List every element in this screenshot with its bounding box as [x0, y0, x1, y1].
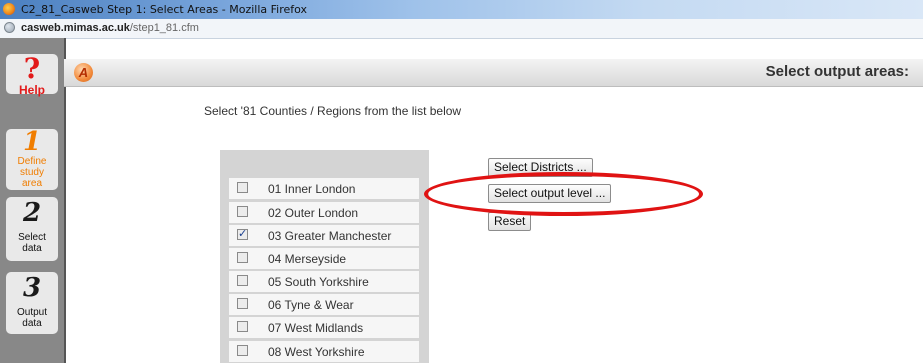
list-item[interactable]: 02 Outer London [229, 202, 419, 223]
window-titlebar: C2_81_Casweb Step 1: Select Areas - Mozi… [0, 0, 923, 19]
area-checkbox[interactable] [237, 345, 248, 356]
area-label: 01 Inner London [268, 182, 356, 196]
area-label: 08 West Yorkshire [268, 345, 365, 359]
area-checkbox[interactable] [237, 275, 248, 286]
area-label: 02 Outer London [268, 206, 359, 220]
help-icon: ? [23, 52, 41, 85]
sidebar-item-label: Help [18, 83, 45, 97]
area-label: 05 South Yorkshire [268, 275, 369, 289]
step-number: 2 [22, 198, 42, 228]
instruction-text: Select '81 Counties / Regions from the l… [204, 104, 462, 118]
sidebar-item-label: Select [18, 232, 46, 243]
page-header: A Select output areas: [64, 59, 923, 87]
sidebar: ? Help 1 Define study area 2 Select data… [0, 38, 66, 363]
list-item[interactable]: 01 Inner London [229, 178, 419, 199]
area-label: 03 Greater Manchester [268, 229, 392, 243]
annotation-ellipse [424, 172, 703, 216]
sidebar-item-label: Output [16, 307, 48, 318]
page-title: Select output areas: [765, 63, 909, 80]
area-checkbox[interactable] [237, 227, 248, 240]
list-item[interactable]: 08 West Yorkshire [229, 341, 419, 362]
sidebar-item-select-data[interactable]: 2 Select data [6, 197, 58, 261]
area-label: 04 Merseyside [268, 252, 347, 266]
area-checkbox[interactable] [237, 321, 248, 332]
globe-icon [4, 22, 15, 33]
sidebar-item-label: area [21, 178, 42, 189]
area-checkbox[interactable] [237, 298, 248, 309]
sidebar-item-label: data [22, 318, 42, 329]
sidebar-item-label: study [20, 167, 44, 178]
step-number: 3 [22, 273, 42, 303]
sidebar-item-output-data[interactable]: 3 Output data [6, 272, 58, 334]
step-number: 1 [22, 127, 42, 157]
list-item[interactable]: 06 Tyne & Wear [229, 294, 419, 315]
list-item[interactable]: 03 Greater Manchester [229, 225, 419, 246]
casweb-logo: A [74, 63, 93, 82]
list-item[interactable]: 05 South Yorkshire [229, 271, 419, 292]
sidebar-item-define-study-area[interactable]: 1 Define study area [6, 129, 58, 190]
area-checkbox[interactable] [237, 252, 248, 263]
area-label: 07 West Midlands [268, 321, 364, 335]
area-label: 06 Tyne & Wear [268, 298, 354, 312]
url-domain: casweb.mimas.ac.uk [21, 22, 130, 34]
list-item[interactable]: 07 West Midlands [229, 317, 419, 338]
sidebar-item-label: data [22, 243, 42, 254]
url-path: /step1_81.cfm [129, 22, 199, 34]
sidebar-item-help[interactable]: ? Help [6, 52, 58, 97]
window-title: C2_81_Casweb Step 1: Select Areas - Mozi… [21, 3, 308, 16]
url-text[interactable]: casweb.mimas.ac.uk/step1_81.cfm [21, 22, 199, 34]
area-checkbox[interactable] [237, 206, 248, 217]
area-checkbox[interactable] [237, 182, 248, 193]
address-bar[interactable]: casweb.mimas.ac.uk/step1_81.cfm [0, 19, 923, 39]
list-item[interactable]: 04 Merseyside [229, 248, 419, 269]
sidebar-item-label: Define [17, 156, 47, 167]
firefox-icon [3, 3, 15, 15]
